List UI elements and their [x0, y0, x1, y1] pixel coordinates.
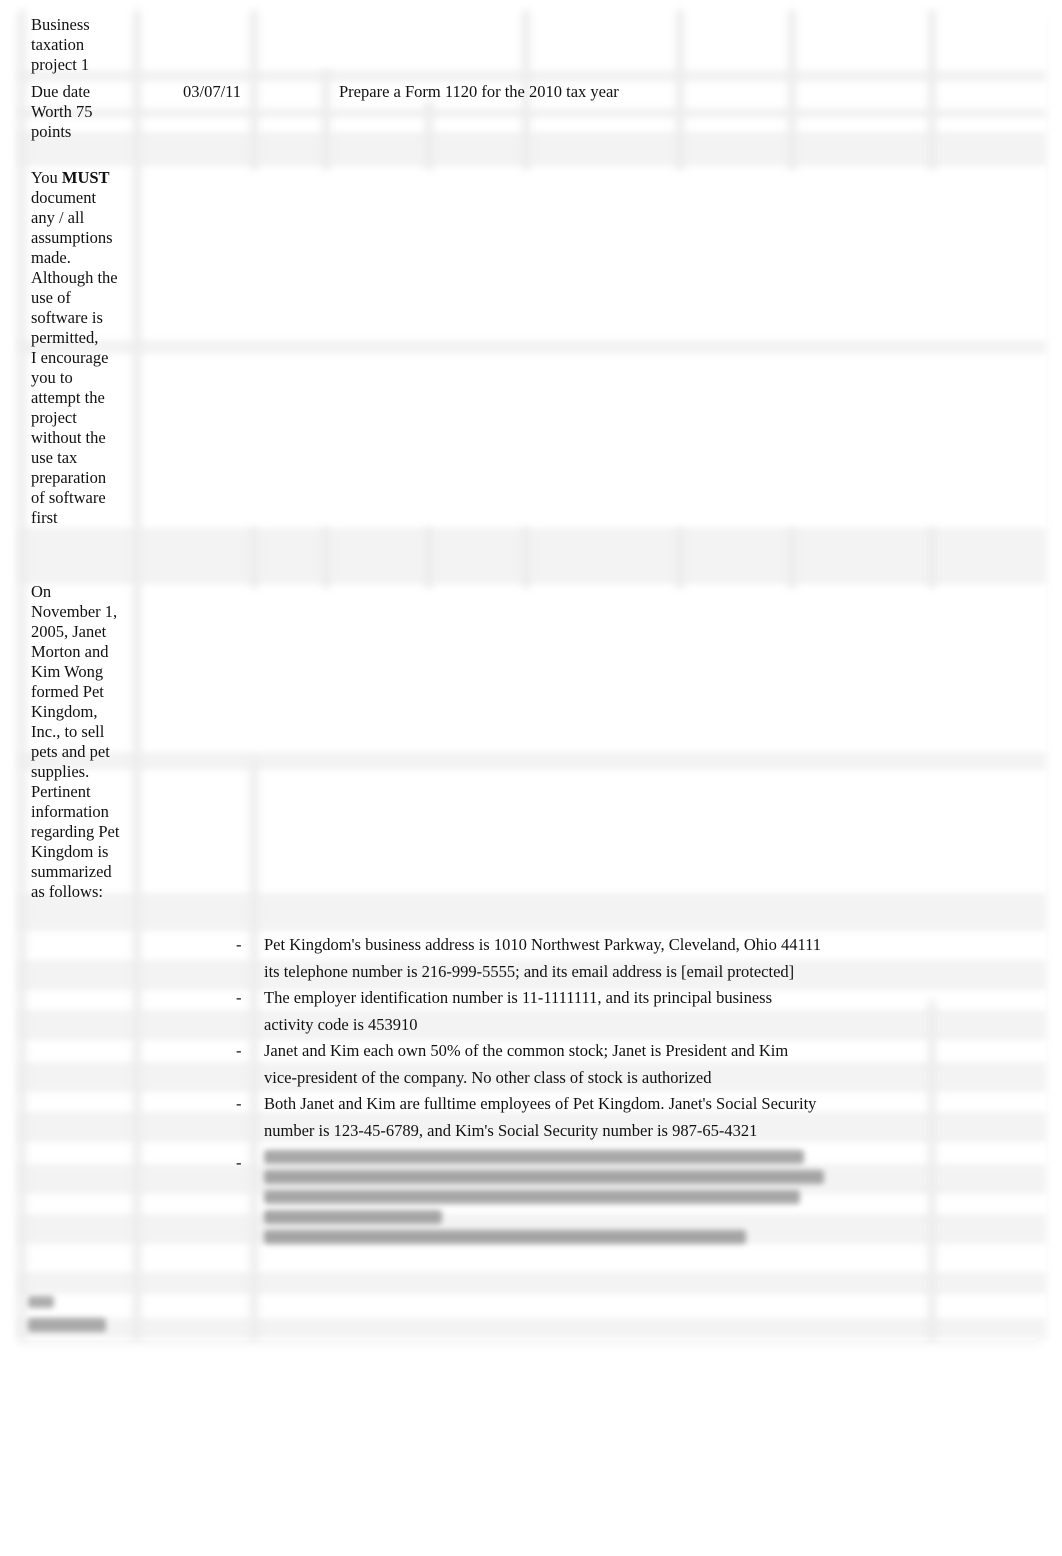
obscured-text-line	[264, 1210, 442, 1224]
grid-band	[18, 893, 1046, 931]
list-item-line: Pet Kingdom's business address is 1010 N…	[264, 935, 822, 954]
instructions-text: You MUST document any / all assumptions m…	[31, 168, 131, 528]
list-item: - The employer identification number is …	[236, 985, 876, 1038]
grid-band	[18, 1272, 1046, 1294]
grid-band	[18, 1318, 1046, 1338]
list-item-line: its telephone number is 216-999-5555; an…	[264, 961, 795, 981]
grid-band	[18, 752, 1046, 770]
grid-column-line	[788, 10, 796, 170]
obscured-text-line	[264, 1190, 800, 1204]
grid-column-line	[676, 528, 684, 588]
grid-column-line	[250, 10, 258, 170]
list-item: - Both Janet and Kim are fulltime employ…	[236, 1091, 876, 1144]
assignment-description: Prepare a Form 1120 for the 2010 tax yea…	[339, 82, 619, 101]
grid-column-line	[788, 528, 796, 588]
grid-column-line	[133, 10, 141, 1340]
background-paragraph: On November 1, 2005, Janet Morton and Ki…	[31, 582, 120, 901]
list-item-line: vice-president of the company. No other …	[264, 1067, 712, 1087]
grid-column-line	[928, 1000, 936, 1340]
obscured-text-line	[264, 1170, 824, 1184]
grid-column-line	[522, 528, 530, 588]
bullet-dash: -	[236, 935, 242, 954]
grid-column-line	[18, 10, 26, 1340]
obscured-footer-text	[28, 1296, 54, 1308]
list-item-line: Janet and Kim each own 50% of the common…	[264, 1041, 789, 1060]
list-item-line: number is 123-45-6789, and Kim's Social …	[264, 1120, 758, 1140]
grid-column-line	[322, 70, 330, 170]
grid-band	[18, 340, 1046, 354]
instructions-emphasis: MUST	[61, 168, 110, 187]
bullet-dash: -	[236, 1041, 242, 1060]
grid-column-line	[425, 100, 433, 170]
obscured-text-line	[264, 1230, 746, 1244]
list-item-line: Both Janet and Kim are fulltime employee…	[264, 1094, 817, 1113]
list-item: - Janet and Kim each own 50% of the comm…	[236, 1038, 876, 1091]
grid-column-line	[928, 10, 936, 170]
grid-column-line	[322, 528, 330, 588]
project-title: Business taxation project 1	[31, 15, 90, 74]
grid-column-line	[928, 528, 936, 588]
list-item: - Pet Kingdom's business address is 1010…	[236, 932, 876, 985]
grid-band	[18, 132, 1046, 166]
list-item-line: The employer identification number is 11…	[264, 988, 773, 1007]
bullet-dash: -	[236, 988, 242, 1007]
grid-band	[18, 108, 1046, 118]
grid-column-line	[676, 10, 684, 170]
list-item-line: activity code is 453910	[264, 1014, 418, 1034]
facts-list: - Pet Kingdom's business address is 1010…	[236, 932, 876, 1250]
grid-column-line	[250, 528, 258, 588]
grid-band	[18, 528, 1046, 584]
instructions-prefix: You	[31, 168, 62, 187]
obscured-footer-text	[28, 1318, 106, 1332]
due-label: Due date Worth 75 points	[31, 82, 93, 141]
grid-column-line	[425, 528, 433, 588]
list-item-obscured: -	[236, 1150, 876, 1244]
bullet-dash: -	[236, 1094, 242, 1113]
grid-band	[18, 70, 1046, 82]
instructions-body: document any / all assumptions made. Alt…	[31, 188, 118, 527]
bullet-dash: -	[236, 1153, 242, 1172]
obscured-text-line	[264, 1150, 804, 1164]
due-date: 03/07/11	[183, 82, 242, 101]
